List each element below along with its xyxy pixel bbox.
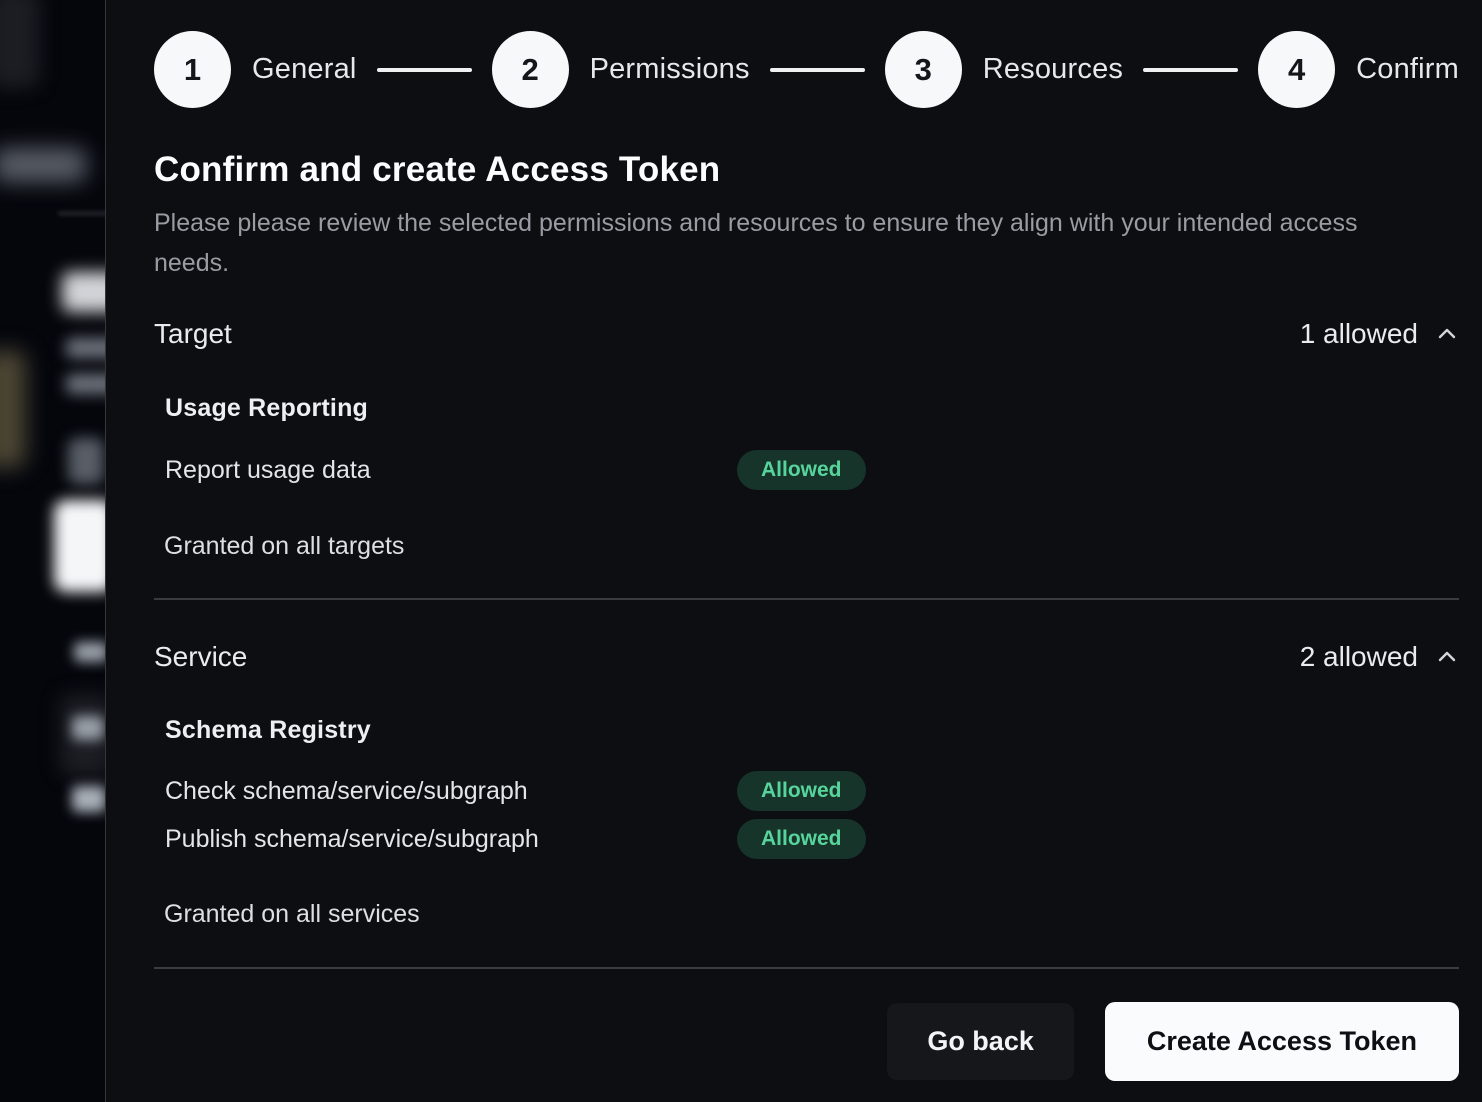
step-connector-line <box>1143 68 1238 72</box>
target-section-header: Target 1 allowed <box>154 318 1459 350</box>
page-subtitle: Please please review the selected permis… <box>154 203 1394 283</box>
step-resources[interactable]: 3 Resources <box>885 31 1123 108</box>
modal-footer: Go back Create Access Token <box>154 1002 1459 1081</box>
service-permission-group: Schema Registry Check schema/service/sub… <box>154 716 1459 859</box>
permission-row: Publish schema/service/subgraph Allowed <box>165 819 1459 859</box>
step-permissions[interactable]: 2 Permissions <box>492 31 750 108</box>
step-connector-line <box>770 68 865 72</box>
service-allowed-count: 2 allowed <box>1300 641 1418 673</box>
step-number-circle: 3 <box>885 31 962 108</box>
service-granted-note: Granted on all services <box>154 900 1459 929</box>
service-collapse-toggle[interactable]: 2 allowed <box>1300 641 1459 673</box>
blurred-icon <box>68 438 104 484</box>
create-access-token-button[interactable]: Create Access Token <box>1105 1002 1459 1081</box>
step-connector-line <box>377 68 472 72</box>
status-badge: Allowed <box>737 771 866 811</box>
blurred-white-card <box>54 500 106 592</box>
page-title: Confirm and create Access Token <box>154 150 1459 190</box>
target-permission-group: Usage Reporting Report usage data Allowe… <box>154 394 1459 490</box>
service-section-header: Service 2 allowed <box>154 641 1459 673</box>
status-badge: Allowed <box>737 819 866 859</box>
target-allowed-count: 1 allowed <box>1300 318 1418 350</box>
permission-row: Check schema/service/subgraph Allowed <box>165 771 1459 811</box>
permission-label: Report usage data <box>165 456 737 485</box>
blurred-nav-text <box>0 148 86 182</box>
step-label: Confirm <box>1356 53 1459 86</box>
step-label: General <box>252 53 357 86</box>
go-back-button[interactable]: Go back <box>887 1003 1074 1080</box>
group-heading: Schema Registry <box>165 716 1459 745</box>
step-general[interactable]: 1 General <box>154 31 357 108</box>
chevron-up-icon <box>1435 645 1459 669</box>
blurred-heading-text <box>62 272 106 312</box>
permission-label: Check schema/service/subgraph <box>165 777 737 806</box>
blurred-list-text <box>74 642 106 662</box>
blurred-logo-tile <box>0 0 40 88</box>
blurred-list-text <box>72 786 106 812</box>
wizard-stepper: 1 General 2 Permissions 3 Resources 4 Co… <box>154 31 1459 108</box>
section-title-target: Target <box>154 318 232 350</box>
permission-row: Report usage data Allowed <box>165 450 1459 490</box>
step-label: Permissions <box>590 53 750 86</box>
background-page <box>0 0 106 1102</box>
target-collapse-toggle[interactable]: 1 allowed <box>1300 318 1459 350</box>
blurred-paragraph-text <box>66 338 106 358</box>
create-access-token-modal: 1 General 2 Permissions 3 Resources 4 Co… <box>105 0 1482 1102</box>
blurred-paragraph-text <box>66 374 106 394</box>
section-divider <box>154 598 1459 600</box>
blurred-list-text <box>72 716 104 740</box>
blurred-accent-panel <box>0 350 26 468</box>
step-number-circle: 1 <box>154 31 231 108</box>
blurred-divider <box>58 212 106 215</box>
step-label: Resources <box>983 53 1123 86</box>
footer-divider <box>154 967 1459 969</box>
step-number-circle: 4 <box>1258 31 1335 108</box>
step-confirm[interactable]: 4 Confirm <box>1258 31 1459 108</box>
chevron-up-icon <box>1435 322 1459 346</box>
permission-label: Publish schema/service/subgraph <box>165 825 737 854</box>
status-badge: Allowed <box>737 450 866 490</box>
group-heading: Usage Reporting <box>165 394 1459 423</box>
target-granted-note: Granted on all targets <box>154 532 1459 561</box>
step-number-circle: 2 <box>492 31 569 108</box>
section-title-service: Service <box>154 641 247 673</box>
